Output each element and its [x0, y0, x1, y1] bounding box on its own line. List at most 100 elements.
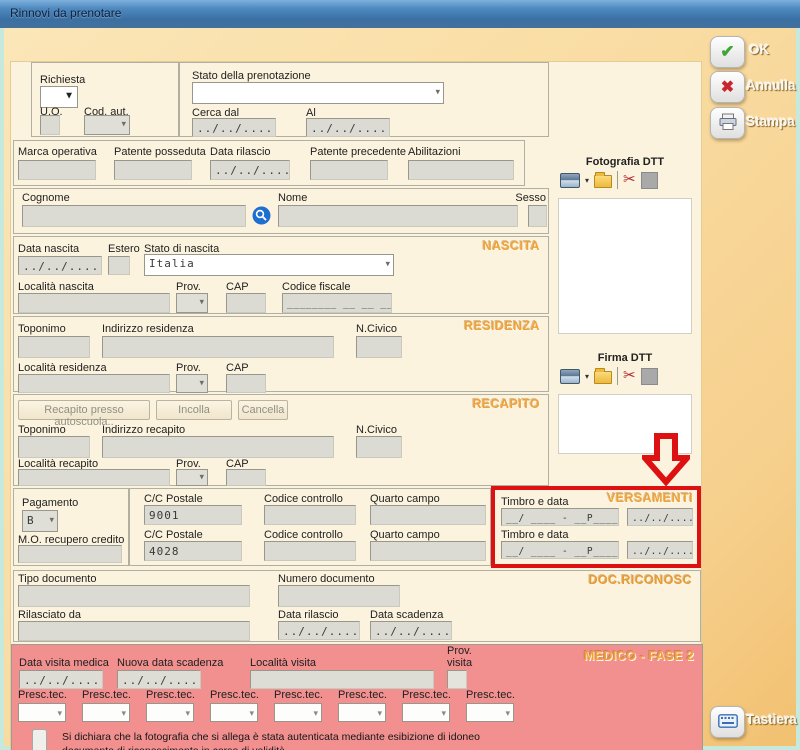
- presc-tec-combo-2[interactable]: ▾: [82, 703, 130, 722]
- stampa-button[interactable]: [710, 107, 745, 139]
- sesso-input[interactable]: [528, 205, 547, 227]
- presc-tec-combo-3[interactable]: ▾: [146, 703, 194, 722]
- stampa-button-label[interactable]: Stampa: [746, 114, 795, 129]
- presc-tec-combo-5[interactable]: ▾: [274, 703, 322, 722]
- search-icon[interactable]: [252, 206, 271, 225]
- tastiera-button[interactable]: [710, 706, 745, 738]
- toponimo-residenza-input[interactable]: [18, 336, 90, 358]
- pagamento-combo[interactable]: B ▾: [22, 510, 58, 532]
- timbro-2-input[interactable]: __/ ____ - __P_____: [501, 541, 619, 559]
- firma-dtt-title: Firma DTT: [558, 352, 692, 364]
- chevron-down-icon: ▾: [505, 708, 510, 719]
- presc-tec-label: Presc.tec.: [338, 689, 387, 701]
- indirizzo-residenza-input[interactable]: [102, 336, 334, 358]
- cc-postale-2-input[interactable]: 4028: [144, 541, 242, 561]
- presc-tec-combo-8[interactable]: ▾: [466, 703, 514, 722]
- prov-visita-input[interactable]: [447, 670, 467, 689]
- signature-placeholder-icon[interactable]: [641, 368, 658, 385]
- mo-recupero-input[interactable]: [18, 545, 122, 563]
- patente-precedente-label: Patente precedente: [310, 146, 406, 158]
- medico-fase2-groupbox: MEDICO - FASE 2 Data visita medica ../..…: [11, 644, 703, 750]
- photo-placeholder-icon[interactable]: [641, 172, 658, 189]
- incolla-button[interactable]: Incolla: [156, 400, 232, 420]
- numero-documento-label: Numero documento: [278, 573, 375, 585]
- presc-tec-label: Presc.tec.: [82, 689, 131, 701]
- data-rilascio-input[interactable]: ../../....: [210, 160, 290, 180]
- cap-residenza-input[interactable]: [226, 374, 266, 393]
- patente-precedente-input[interactable]: [310, 160, 388, 180]
- doc-data-rilascio-input[interactable]: ../../....: [278, 621, 360, 640]
- timbro-data-1-input[interactable]: ../../....: [627, 508, 693, 526]
- marca-operativa-input[interactable]: [18, 160, 96, 180]
- localita-residenza-input[interactable]: [18, 374, 170, 393]
- cerca-dal-input[interactable]: ../../....: [192, 118, 276, 137]
- timbro-1-input[interactable]: __/ ____ - __P_____: [501, 508, 619, 526]
- cc-postale-1-input[interactable]: 9001: [144, 505, 242, 525]
- presc-tec-combo-1[interactable]: ▾: [18, 703, 66, 722]
- localita-recapito-input[interactable]: [18, 469, 170, 486]
- cancella-button[interactable]: Cancella: [238, 400, 288, 420]
- toponimo-recapito-input[interactable]: [18, 436, 90, 458]
- tipo-documento-input[interactable]: [18, 585, 250, 607]
- acquire-signature-dropdown-icon[interactable]: ▾: [585, 372, 589, 381]
- stato-nascita-combo[interactable]: Italia ▾: [144, 254, 394, 276]
- cod-aut-combo[interactable]: ▾: [84, 115, 130, 135]
- codice-controllo-1-input[interactable]: [264, 505, 356, 525]
- stato-prenotazione-groupbox: Stato della prenotazione ▾ Cerca dal ../…: [179, 62, 549, 137]
- al-input[interactable]: ../../....: [306, 118, 390, 137]
- cognome-input[interactable]: [22, 205, 246, 227]
- prov-residenza-combo[interactable]: ▾: [176, 374, 208, 393]
- quarto-campo-1-input[interactable]: [370, 505, 486, 525]
- photo-preview-area[interactable]: [558, 198, 692, 334]
- localita-nascita-input[interactable]: [18, 293, 170, 313]
- timbro-data-1-label: Timbro e data: [501, 496, 568, 508]
- ncivico-recapito-input[interactable]: [356, 436, 402, 458]
- tastiera-button-label[interactable]: Tastiera: [746, 712, 797, 727]
- presc-tec-combo-4[interactable]: ▾: [210, 703, 258, 722]
- dichiarazione-checkbox[interactable]: [32, 729, 47, 750]
- prov-nascita-combo[interactable]: ▾: [176, 293, 208, 313]
- timbro-data-2-input[interactable]: ../../....: [627, 541, 693, 559]
- nome-input[interactable]: [278, 205, 518, 227]
- data-visita-medica-label: Data visita medica: [19, 657, 109, 669]
- abilitazioni-input[interactable]: [408, 160, 514, 180]
- open-photo-folder-icon[interactable]: [594, 175, 612, 188]
- window-edge-left: [0, 28, 4, 750]
- doc-data-scadenza-input[interactable]: ../../....: [370, 621, 452, 640]
- chevron-down-icon: ▾: [385, 259, 390, 270]
- patente-posseduta-input[interactable]: [114, 160, 192, 180]
- annulla-button[interactable]: ✖: [710, 71, 745, 103]
- presc-tec-combo-6[interactable]: ▾: [338, 703, 386, 722]
- nuova-data-scadenza-input[interactable]: ../../....: [117, 670, 201, 689]
- rilasciato-da-input[interactable]: [18, 621, 250, 641]
- open-signature-folder-icon[interactable]: [594, 371, 612, 384]
- crop-photo-icon[interactable]: ✂: [623, 171, 636, 189]
- stato-prenotazione-combo[interactable]: ▾: [192, 82, 444, 104]
- cap-nascita-input[interactable]: [226, 293, 266, 313]
- numero-documento-input[interactable]: [278, 585, 400, 607]
- residenza-section-label: RESIDENZA: [464, 319, 540, 333]
- cap-recapito-input[interactable]: [226, 469, 266, 486]
- quarto-campo-2-input[interactable]: [370, 541, 486, 561]
- acquire-photo-icon[interactable]: [560, 173, 580, 188]
- indirizzo-recapito-input[interactable]: [102, 436, 334, 458]
- acquire-signature-icon[interactable]: [560, 369, 580, 384]
- recapito-autoscuola-button[interactable]: Recapito presso autoscuola..: [18, 400, 150, 420]
- acquire-photo-dropdown-icon[interactable]: ▾: [585, 176, 589, 185]
- presc-tec-combo-7[interactable]: ▾: [402, 703, 450, 722]
- annulla-button-label[interactable]: Annulla: [746, 78, 796, 93]
- ok-button-label[interactable]: OK: [749, 42, 769, 57]
- ncivico-residenza-input[interactable]: [356, 336, 402, 358]
- localita-visita-input[interactable]: [250, 670, 434, 689]
- richiesta-combo[interactable]: ▼: [40, 86, 78, 108]
- title-bar[interactable]: Rinnovi da prenotare: [0, 0, 800, 29]
- estero-input[interactable]: [108, 256, 130, 275]
- data-nascita-input[interactable]: ../../....: [18, 256, 102, 275]
- ok-button[interactable]: ✔: [710, 36, 745, 68]
- codice-fiscale-input[interactable]: ________ __ __ ___: [282, 293, 392, 313]
- codice-controllo-2-input[interactable]: [264, 541, 356, 561]
- prov-recapito-combo[interactable]: ▾: [176, 469, 208, 486]
- crop-signature-icon[interactable]: ✂: [623, 367, 636, 385]
- uo-input[interactable]: [40, 115, 60, 135]
- data-visita-medica-input[interactable]: ../../....: [19, 670, 103, 689]
